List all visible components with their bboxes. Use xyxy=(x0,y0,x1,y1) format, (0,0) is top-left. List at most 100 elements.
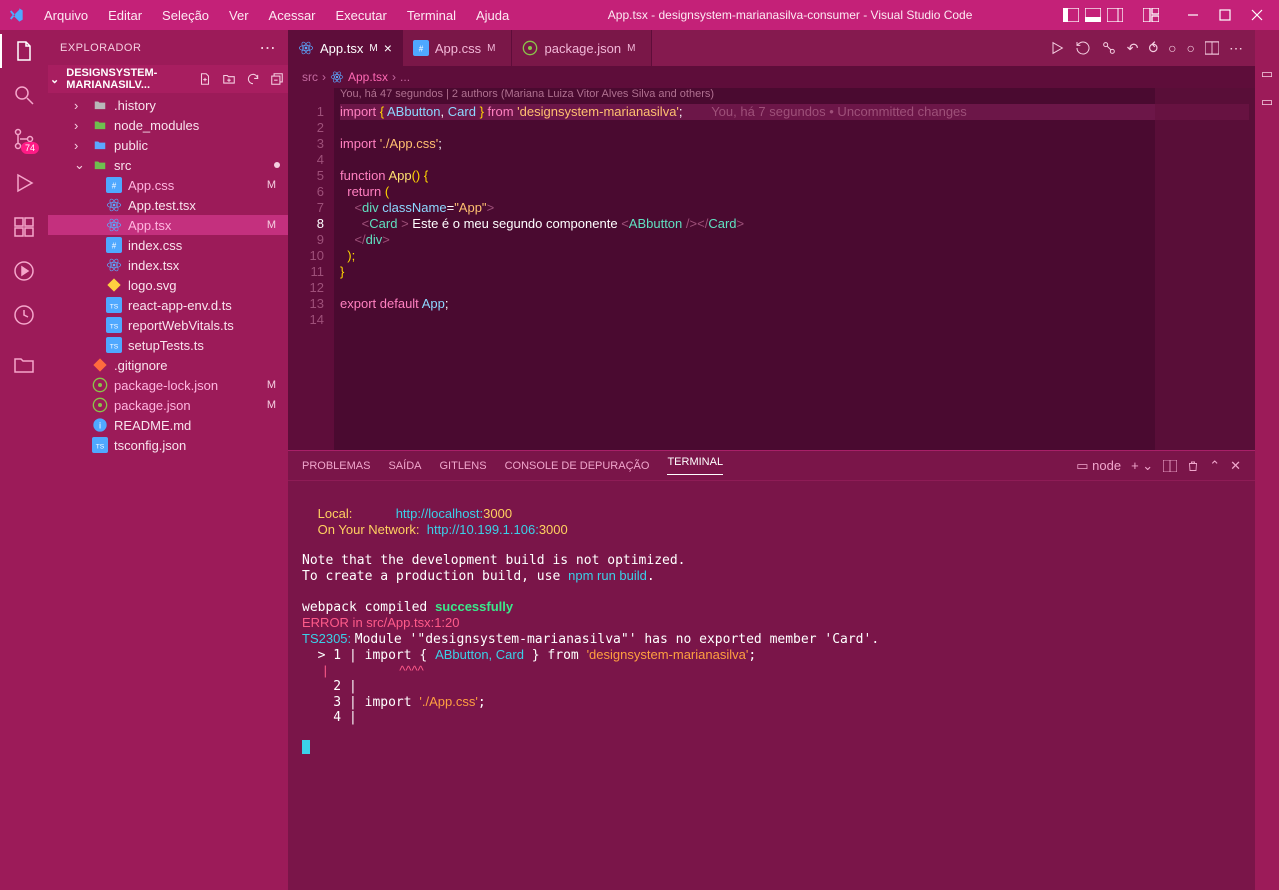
panel-tabs: PROBLEMAS SAÍDA GITLENS CONSOLE DE DEPUR… xyxy=(288,451,1255,481)
new-terminal-icon[interactable]: + ⌄ xyxy=(1131,458,1153,474)
menu-selecao[interactable]: Seleção xyxy=(154,4,217,27)
svg-text:TS: TS xyxy=(96,443,105,450)
preview-icon[interactable]: ○ xyxy=(1187,40,1195,56)
more-actions-icon[interactable]: ⋯ xyxy=(1229,40,1243,57)
svg-text:#: # xyxy=(112,181,117,190)
menu-executar[interactable]: Executar xyxy=(328,4,395,27)
panel-tab-saida[interactable]: SAÍDA xyxy=(388,460,421,472)
code-editor[interactable]: 1234567891011121314 You, há 47 segundos … xyxy=(288,88,1255,450)
tree-item-reportwebvitals-ts[interactable]: TSreportWebVitals.ts xyxy=(48,315,288,335)
editor-tabs: App.tsx M×#App.css Mpackage.json M ↶ ⥀ ○… xyxy=(288,30,1255,66)
customize-layout-icon[interactable] xyxy=(1143,8,1159,22)
menu-editar[interactable]: Editar xyxy=(100,4,150,27)
toggle-secondary-sidebar-icon[interactable] xyxy=(1107,8,1123,22)
menu-ver[interactable]: Ver xyxy=(221,4,257,27)
tree-item-src[interactable]: ⌄src xyxy=(48,155,288,175)
tab-label: package.json xyxy=(544,41,621,56)
sidebar-more-icon[interactable]: ⋯ xyxy=(260,38,277,58)
git-status: M xyxy=(267,179,276,191)
panel-tab-console[interactable]: CONSOLE DE DEPURAÇÃO xyxy=(505,460,650,472)
tree-item-setuptests-ts[interactable]: TSsetupTests.ts xyxy=(48,335,288,355)
ts-icon: TS xyxy=(106,337,122,353)
tree-item-node_modules[interactable]: ›node_modules xyxy=(48,115,288,135)
tab-app-tsx[interactable]: App.tsx M× xyxy=(288,30,403,66)
sidebar: EXPLORADOR ⋯ ⌄ DESIGNSYSTEM-MARIANASILV.… xyxy=(48,30,288,890)
collapse-all-icon[interactable] xyxy=(270,72,284,86)
explorer-icon[interactable] xyxy=(11,38,37,64)
code-lens[interactable]: You, há 47 segundos | 2 authors (Mariana… xyxy=(340,88,1249,104)
npm-icon xyxy=(522,40,538,56)
new-folder-icon[interactable] xyxy=(222,72,236,86)
tree-item-package-json[interactable]: package.json M xyxy=(48,395,288,415)
vscode-icon xyxy=(8,7,24,23)
split-terminal-icon[interactable] xyxy=(1163,460,1177,472)
panel-tab-gitlens[interactable]: GITLENS xyxy=(439,460,486,472)
panel-tab-terminal[interactable]: TERMINAL xyxy=(667,456,723,475)
tree-item-index-tsx[interactable]: index.tsx xyxy=(48,255,288,275)
history-icon[interactable] xyxy=(1075,40,1091,56)
tree-item-index-css[interactable]: #index.css xyxy=(48,235,288,255)
terminal-profile[interactable]: ▭ node xyxy=(1076,458,1121,474)
refresh-icon[interactable] xyxy=(246,72,260,86)
title-bar: Arquivo Editar Seleção Ver Acessar Execu… xyxy=(0,0,1279,30)
tree-item-app-tsx[interactable]: App.tsxM xyxy=(48,215,288,235)
minimap[interactable] xyxy=(1155,88,1255,450)
close-tab-icon[interactable]: × xyxy=(384,40,392,56)
close-panel-icon[interactable]: ✕ xyxy=(1230,458,1241,474)
tree-item-app-test-tsx[interactable]: App.test.tsx xyxy=(48,195,288,215)
extensions-icon[interactable] xyxy=(11,214,37,240)
tree-item-logo-svg[interactable]: logo.svg xyxy=(48,275,288,295)
tree-item-tsconfig-json[interactable]: TStsconfig.json xyxy=(48,435,288,455)
rail-icon-2[interactable]: ▭ xyxy=(1261,94,1273,110)
code-content[interactable]: You, há 47 segundos | 2 authors (Mariana… xyxy=(334,88,1255,450)
tree-item-public[interactable]: ›public xyxy=(48,135,288,155)
split-icon[interactable] xyxy=(1205,41,1219,55)
live-share-icon[interactable] xyxy=(11,258,37,284)
search-icon[interactable] xyxy=(11,82,37,108)
crumb-more[interactable]: ... xyxy=(400,70,410,84)
folder-icon[interactable] xyxy=(11,352,37,378)
toggle-primary-sidebar-icon[interactable] xyxy=(1063,8,1079,22)
kill-terminal-icon[interactable] xyxy=(1187,459,1199,473)
close-window-icon[interactable] xyxy=(1251,9,1263,21)
panel-tab-problemas[interactable]: PROBLEMAS xyxy=(302,460,370,472)
tree-item--gitignore[interactable]: .gitignore xyxy=(48,355,288,375)
svg-text:TS: TS xyxy=(110,343,119,350)
toggle-panel-icon[interactable] xyxy=(1085,8,1101,22)
link-icon[interactable]: ⥀ xyxy=(1148,40,1158,57)
terminal[interactable]: Local: http://localhost:3000 On Your Net… xyxy=(288,481,1255,890)
menu-ajuda[interactable]: Ajuda xyxy=(468,4,517,27)
tree-item-label: package-lock.json xyxy=(114,378,261,393)
rail-icon-1[interactable]: ▭ xyxy=(1261,66,1273,82)
tab-badge: M xyxy=(369,43,377,54)
open-changes-icon[interactable]: ↶ xyxy=(1127,40,1139,57)
new-file-icon[interactable] xyxy=(198,72,212,86)
menu-acessar[interactable]: Acessar xyxy=(261,4,324,27)
maximize-icon[interactable] xyxy=(1219,9,1231,21)
svg-text:#: # xyxy=(112,241,117,250)
tab-package-json[interactable]: package.json M xyxy=(512,30,652,66)
menu-arquivo[interactable]: Arquivo xyxy=(36,4,96,27)
tree-item-app-css[interactable]: #App.cssM xyxy=(48,175,288,195)
run-icon[interactable] xyxy=(1049,40,1065,56)
maximize-panel-icon[interactable]: ⌃ xyxy=(1209,458,1220,474)
run-debug-icon[interactable] xyxy=(11,170,37,196)
tree-item--history[interactable]: ›.history xyxy=(48,95,288,115)
compare-icon[interactable] xyxy=(1101,40,1117,56)
git-status: M xyxy=(267,399,276,411)
tree-item-readme-md[interactable]: iREADME.md xyxy=(48,415,288,435)
tab-app-css[interactable]: #App.css M xyxy=(403,30,513,66)
breadcrumb[interactable]: src › App.tsx › ... xyxy=(288,66,1255,88)
timeline-icon[interactable] xyxy=(11,302,37,328)
tree-item-package-lock-json[interactable]: package-lock.jsonM xyxy=(48,375,288,395)
crumb-file[interactable]: App.tsx xyxy=(348,70,388,84)
css-icon: # xyxy=(106,177,122,193)
menu-terminal[interactable]: Terminal xyxy=(399,4,464,27)
file-action-icon[interactable]: ○ xyxy=(1168,40,1176,56)
tree-item-label: package.json xyxy=(114,398,261,413)
tree-item-react-app-env-d-ts[interactable]: TSreact-app-env.d.ts xyxy=(48,295,288,315)
crumb-src[interactable]: src xyxy=(302,70,318,84)
minimize-icon[interactable] xyxy=(1187,9,1199,21)
source-control-icon[interactable]: 74 xyxy=(11,126,37,152)
sidebar-section[interactable]: ⌄ DESIGNSYSTEM-MARIANASILV... xyxy=(48,65,288,93)
